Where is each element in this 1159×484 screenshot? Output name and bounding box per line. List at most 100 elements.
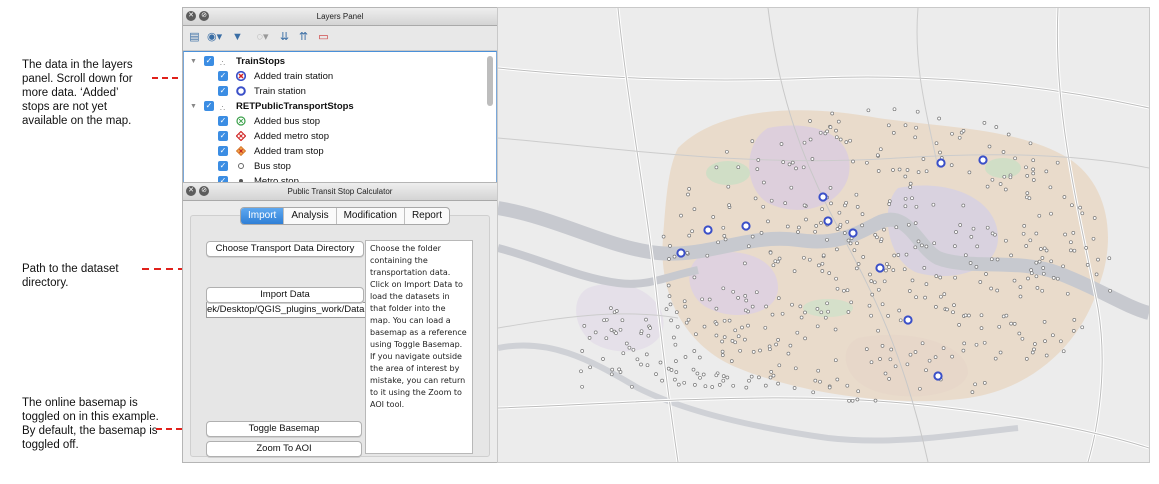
bus-stop-marker <box>617 367 621 372</box>
float-icon[interactable]: ⊘ <box>199 11 209 21</box>
map-canvas[interactable] <box>497 7 1150 463</box>
zoom-to-aoi-button[interactable]: Zoom To AOI <box>206 441 362 457</box>
bus-stop-marker <box>769 370 774 374</box>
bus-stop-marker <box>1080 211 1085 216</box>
visibility-checkbox[interactable]: ✓ <box>218 146 228 156</box>
bus-stop-marker <box>803 336 807 341</box>
tab-analysis[interactable]: Analysis <box>284 208 337 224</box>
bus-stop-marker <box>1034 274 1039 279</box>
bus-stop-marker <box>780 311 785 316</box>
manage-visibility-icon[interactable]: ◌▾ <box>255 30 270 45</box>
bus-stop-marker <box>661 234 666 239</box>
layers-tree[interactable]: ▼ ✓ ∴ TrainStops ✓ Added train station ✓… <box>183 51 497 183</box>
bus-stop-marker <box>937 116 941 121</box>
collapse-all-icon[interactable]: ⇈ <box>296 30 311 45</box>
bus-stop-marker <box>687 233 692 238</box>
bus-stop-marker <box>908 352 913 357</box>
tab-report[interactable]: Report <box>405 208 449 224</box>
add-group-icon[interactable]: ◉▾ <box>207 30 222 45</box>
bus-stop-marker <box>910 196 914 201</box>
bus-stop-marker <box>892 107 897 112</box>
bus-stop-marker <box>985 225 990 230</box>
bus-stop-marker <box>823 315 828 320</box>
bus-stop-marker <box>993 356 998 361</box>
bus-stop-marker <box>710 385 715 389</box>
disclosure-triangle-icon[interactable]: ▼ <box>190 99 197 114</box>
bus-stop-marker <box>835 227 840 231</box>
bus-stop-marker <box>924 368 928 373</box>
close-icon[interactable]: ✕ <box>186 186 196 196</box>
bus-stop-marker <box>974 265 979 269</box>
train-station-marker <box>703 225 713 235</box>
bus-stop-marker <box>744 298 749 303</box>
toggle-basemap-button[interactable]: Toggle Basemap <box>206 421 362 437</box>
close-icon[interactable]: ✕ <box>186 11 196 21</box>
bus-stop-marker <box>740 325 744 330</box>
train-station-marker <box>933 371 943 381</box>
bus-stop-marker <box>711 215 716 219</box>
bus-stop-marker <box>914 295 918 300</box>
bus-stop-marker <box>1061 264 1065 269</box>
visibility-checkbox[interactable]: ✓ <box>218 161 228 171</box>
bus-stop-marker <box>878 147 883 152</box>
bus-stop-marker <box>814 224 819 228</box>
tab-import[interactable]: Import <box>241 208 285 224</box>
bus-stop-marker <box>876 328 880 333</box>
bus-stop-marker <box>897 308 902 313</box>
bus-stop-marker <box>920 341 925 346</box>
bus-stop-marker <box>635 357 640 362</box>
expand-all-icon[interactable]: ⇊ <box>277 30 292 45</box>
bus-stop-marker <box>886 314 890 318</box>
bus-stop-marker <box>953 275 957 280</box>
remove-layer-icon[interactable]: ▭ <box>316 30 331 45</box>
bus-stop-marker <box>833 327 838 332</box>
bus-stop-marker <box>714 322 719 326</box>
bus-stop-marker <box>727 318 732 323</box>
bus-stop-marker <box>828 186 833 190</box>
open-layer-styling-icon[interactable]: ▤ <box>187 30 202 45</box>
bus-stop-marker <box>844 140 849 144</box>
visibility-checkbox[interactable]: ✓ <box>218 71 228 81</box>
bus-stop-marker <box>997 324 1002 329</box>
bus-stop-marker <box>873 233 878 237</box>
bus-stop-marker <box>609 372 614 377</box>
tab-modification[interactable]: Modification <box>337 208 405 224</box>
bus-stop-marker <box>758 348 762 353</box>
bus-stop-marker <box>794 166 798 171</box>
bus-stop-marker <box>777 256 782 261</box>
bus-stop-marker <box>1012 278 1017 283</box>
visibility-checkbox[interactable]: ✓ <box>218 116 228 126</box>
bus-stop-marker <box>721 378 726 383</box>
choose-directory-button[interactable]: Choose Transport Data Directory <box>206 241 364 257</box>
bus-stop-marker <box>763 383 768 388</box>
filter-legend-icon[interactable]: ▼ <box>230 30 245 45</box>
bus-stop-marker <box>751 350 756 354</box>
bus-stop-marker <box>756 158 761 162</box>
disclosure-triangle-icon[interactable]: ▼ <box>190 54 197 69</box>
bus-stop-marker <box>979 313 984 318</box>
visibility-checkbox[interactable]: ✓ <box>218 86 228 96</box>
visibility-checkbox[interactable]: ✓ <box>204 101 214 111</box>
bus-stop-marker <box>738 348 742 353</box>
bus-stop-marker <box>845 219 850 224</box>
visibility-checkbox[interactable]: ✓ <box>204 56 214 66</box>
dataset-path-field[interactable]: ek/Desktop/QGIS_plugins_work/Data <box>206 302 368 318</box>
help-text: Choose the folder containing the transpo… <box>365 240 473 454</box>
bus-stop-marker <box>692 349 697 353</box>
bus-stop-marker <box>984 272 988 276</box>
bus-stop-marker <box>624 341 629 346</box>
import-data-button[interactable]: Import Data <box>206 287 364 303</box>
bus-stop-marker <box>886 123 891 128</box>
bus-stop-marker <box>982 340 987 345</box>
layers-scrollbar[interactable] <box>487 56 493 106</box>
bus-stop-marker <box>664 307 669 311</box>
visibility-checkbox[interactable]: ✓ <box>218 131 228 141</box>
bus-stop-marker <box>817 263 821 268</box>
bus-stop-marker <box>684 320 689 325</box>
bus-stop-marker <box>750 139 755 143</box>
bus-stop-marker <box>1001 150 1006 154</box>
bus-stop-marker <box>788 343 793 348</box>
point-layer-icon: ∴ <box>220 104 226 113</box>
bus-stop-marker <box>601 357 605 361</box>
float-icon[interactable]: ⊘ <box>199 186 209 196</box>
